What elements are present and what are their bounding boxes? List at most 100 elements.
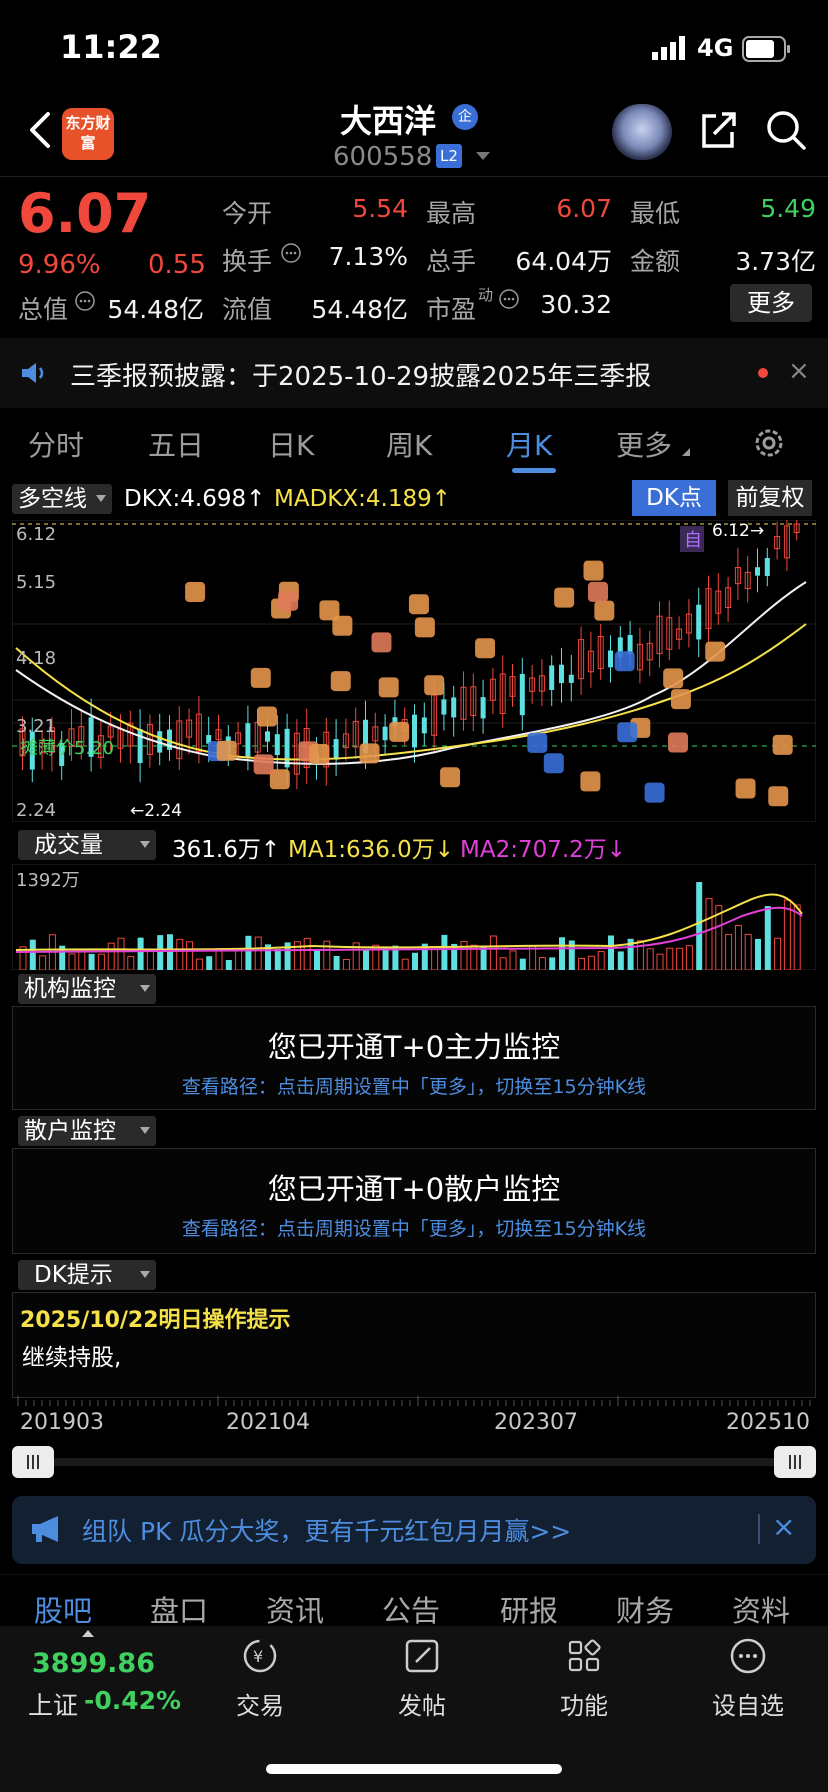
signal-chip: [389, 721, 410, 742]
dock-post-label[interactable]: 发帖: [398, 1686, 446, 1721]
volume-bar: [167, 934, 173, 970]
tab-daily-k[interactable]: 日K: [268, 424, 314, 464]
back-icon[interactable]: [26, 110, 54, 150]
tab-research[interactable]: 研报: [500, 1588, 558, 1630]
stock-name[interactable]: 大西洋: [340, 96, 436, 142]
volume-bar: [314, 949, 320, 970]
signal-chip: [414, 617, 435, 638]
indicator-dropdown[interactable]: 多空线: [12, 484, 112, 514]
tab-monthly-k[interactable]: 月K: [506, 424, 552, 464]
close-icon[interactable]: ×: [772, 1510, 795, 1543]
volume-dropdown[interactable]: 成交量: [18, 830, 156, 860]
volume-max-label: 1392万: [16, 870, 80, 891]
signal-chip: [408, 594, 429, 615]
notice-text[interactable]: 三季报预披露：于2025-10-29披露2025年三季报: [70, 356, 651, 393]
volume-bar: [764, 906, 771, 970]
dk-point-button[interactable]: DK点: [632, 480, 716, 516]
signal-chip: [644, 782, 665, 803]
search-icon[interactable]: [764, 108, 808, 152]
tab-finance[interactable]: 财务: [616, 1588, 674, 1630]
divider: [0, 176, 828, 177]
chevron-up-icon[interactable]: [82, 1630, 94, 1637]
open-label: 今开: [222, 199, 273, 228]
chevron-down-icon: [140, 985, 150, 992]
y-axis-label: 4.18: [16, 648, 56, 669]
adjust-button[interactable]: 前复权: [728, 480, 812, 516]
range-handle-right[interactable]: [774, 1446, 816, 1478]
more-quote-button[interactable]: 更多: [730, 284, 812, 322]
tab-weekly-k[interactable]: 周K: [386, 424, 432, 464]
dk-tip-label: DK提示: [34, 1262, 113, 1288]
stock-code[interactable]: 600558: [333, 142, 432, 172]
dk-tip-date: 2025/10/22明日操作提示: [20, 1308, 291, 1333]
volume-bar: [88, 953, 95, 970]
signal-chip: [735, 778, 756, 799]
index-change[interactable]: -0.42%: [84, 1686, 181, 1715]
dock-watchlist-label[interactable]: 设自选: [712, 1686, 784, 1721]
compose-icon[interactable]: [402, 1636, 442, 1676]
institution-label: 机构监控: [24, 976, 116, 1002]
trade-icon[interactable]: ¥: [240, 1636, 280, 1676]
dock-trade-label[interactable]: 交易: [236, 1686, 284, 1721]
chevron-down-icon[interactable]: [476, 152, 490, 160]
unread-dot: [758, 368, 768, 378]
tab-profile[interactable]: 资料: [732, 1588, 790, 1630]
app-logo: 东方财富: [62, 108, 114, 160]
info-icon[interactable]: [74, 290, 96, 312]
retail-hint[interactable]: 查看路径：点击周期设置中「更多」，切换至15分钟K线: [12, 1214, 816, 1241]
home-indicator[interactable]: [266, 1764, 562, 1774]
promo-text[interactable]: 组队 PK 瓜分大奖，更有千元红包月月赢>>: [82, 1512, 571, 1548]
more-icon[interactable]: [728, 1636, 768, 1676]
candle: [519, 673, 525, 716]
info-icon[interactable]: [280, 242, 302, 264]
index-value[interactable]: 3899.86: [32, 1648, 155, 1679]
svg-text:¥: ¥: [253, 1647, 263, 1666]
dock-function-label[interactable]: 功能: [560, 1686, 608, 1721]
time-ruler: [17, 1396, 811, 1406]
volume-bar: [549, 957, 556, 970]
institution-hint[interactable]: 查看路径：点击周期设置中「更多」，切换至15分钟K线: [12, 1072, 816, 1099]
tab-order-book[interactable]: 盘口: [150, 1588, 208, 1630]
signal-chip: [250, 667, 271, 688]
high-label: 最高: [426, 199, 477, 228]
grid-icon[interactable]: [564, 1636, 604, 1676]
range-handle-left[interactable]: [12, 1446, 54, 1478]
gear-icon[interactable]: [752, 426, 786, 460]
signal-chip: [185, 582, 206, 603]
volume-chart[interactable]: 1392万: [12, 864, 816, 970]
range-track[interactable]: [30, 1458, 798, 1466]
index-name[interactable]: 上证: [28, 1686, 78, 1722]
kline-chart[interactable]: 6.12 5.15 4.18 3.21 2.24 6.12→ ←2.24 摊薄价…: [12, 520, 816, 822]
volume-bar: [225, 959, 232, 970]
tab-five-day[interactable]: 五日: [148, 424, 204, 464]
share-icon[interactable]: [698, 110, 738, 150]
tab-intraday[interactable]: 分时: [28, 424, 84, 464]
retail-dropdown[interactable]: 散户监控: [18, 1116, 156, 1146]
tab-announcements[interactable]: 公告: [382, 1588, 440, 1630]
timeline-label: 201903: [20, 1410, 104, 1435]
madkx-value: MADKX:4.189↑: [274, 486, 451, 512]
candle: [549, 665, 555, 690]
float-cap-value: 54.48亿: [311, 295, 408, 324]
volume-bar: [755, 938, 761, 970]
low-label: 最低: [630, 199, 681, 228]
signal-chip: [583, 560, 604, 581]
close-icon[interactable]: ×: [788, 356, 810, 386]
signal-chip: [440, 767, 461, 788]
dk-tip-dropdown[interactable]: DK提示: [18, 1260, 156, 1290]
candle: [137, 728, 143, 764]
signal-chip: [527, 732, 548, 753]
tab-news[interactable]: 资讯: [266, 1588, 324, 1630]
candle: [451, 697, 457, 718]
assistant-robot-icon[interactable]: [612, 104, 672, 160]
volume-bar: [206, 956, 213, 970]
tab-guba[interactable]: 股吧: [34, 1588, 92, 1630]
tab-more[interactable]: 更多: [616, 424, 672, 464]
open-value: 5.54: [352, 194, 408, 223]
info-icon[interactable]: [498, 288, 520, 310]
signal-chip: [253, 754, 274, 775]
pe-label: 市盈: [426, 295, 477, 324]
candle: [568, 674, 574, 683]
market-cap-value: 54.48亿: [107, 295, 204, 324]
institution-dropdown[interactable]: 机构监控: [18, 974, 156, 1004]
